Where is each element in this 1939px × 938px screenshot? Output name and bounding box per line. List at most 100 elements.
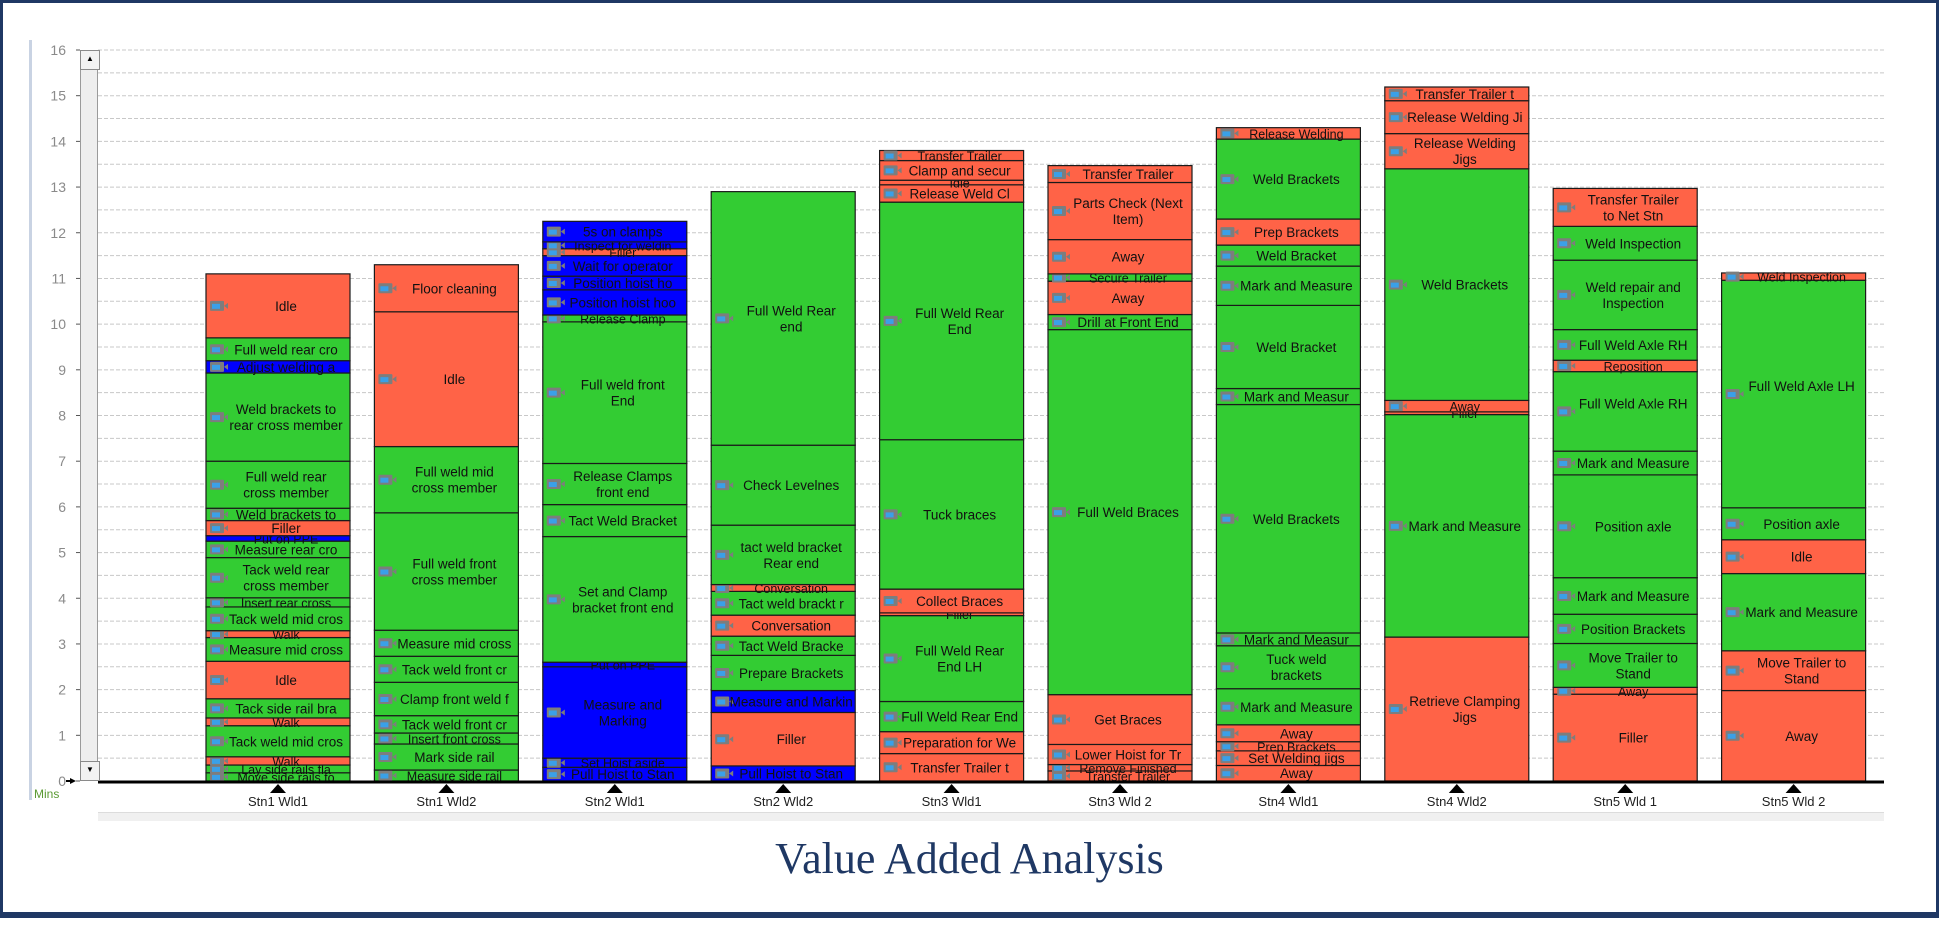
segment-label: Measure mid cross — [397, 636, 511, 651]
video-camera-icon-lens — [1727, 521, 1736, 527]
video-camera-icon-lens — [548, 263, 557, 269]
video-camera-icon-lens — [212, 347, 220, 353]
video-camera-icon-lens — [1559, 241, 1568, 247]
segment-label: Stand — [1616, 666, 1651, 681]
y-tick-label: 3 — [58, 636, 66, 652]
vertical-scrollbar[interactable]: ▲ ▼ — [80, 50, 100, 781]
video-camera-icon-lens — [212, 632, 220, 638]
y-tick-label: 1 — [58, 727, 66, 743]
segment-label: front end — [596, 485, 649, 500]
x-tick-label: Stn5 Wld 2 — [1762, 794, 1826, 809]
segment-label: Release Clamps — [573, 469, 672, 484]
segment-label: Measure mid cross — [229, 642, 343, 657]
arrow-up-icon: ▲ — [86, 54, 94, 63]
segment-label: Away — [1112, 291, 1145, 306]
segment-label: Clamp front weld f — [400, 692, 509, 707]
video-camera-icon-lens — [212, 616, 220, 622]
segment-label: Weld Bracket — [1256, 340, 1336, 355]
video-camera-icon-lens — [1222, 637, 1231, 643]
video-camera-icon-lens — [212, 575, 220, 581]
segment-label: Transfer Trailer t — [1416, 87, 1515, 102]
video-camera-icon-lens — [380, 722, 389, 728]
segment-label: 5s on clamps — [583, 225, 663, 240]
video-camera-icon-lens — [212, 547, 220, 553]
segment-label: Weld Brackets — [1253, 512, 1340, 527]
horizontal-scrollbar[interactable] — [98, 812, 1884, 821]
video-camera-icon-lens — [1727, 392, 1736, 398]
segment-label: Full Weld Axle RH — [1579, 396, 1688, 411]
segment-label: Mark side rail — [414, 750, 494, 765]
segment-label: Away — [1280, 726, 1313, 741]
segment-label: Position axle — [1763, 517, 1840, 532]
segment-label: Transfer Trailer — [917, 150, 1001, 164]
x-tick-marker — [1617, 784, 1634, 793]
video-camera-icon-lens — [717, 601, 726, 607]
segment-label: brackets — [1271, 668, 1322, 683]
segment-label: Floor cleaning — [412, 281, 497, 296]
scroll-up-button[interactable]: ▲ — [80, 50, 100, 70]
segment-label: Position Brackets — [1581, 622, 1686, 637]
segment-label: Move Trailer to — [1589, 650, 1678, 665]
video-camera-icon-lens — [1390, 707, 1399, 713]
segment-label: Mark and Measure — [1409, 519, 1522, 534]
segment-label: Idle — [275, 299, 297, 314]
segment-label: Prep Brackets — [1257, 740, 1336, 754]
segment-label: Idle — [444, 372, 466, 387]
segment-label: Collect Braces — [916, 594, 1003, 609]
segment-label: Tack side rail bra — [235, 701, 337, 716]
segment-label: Weld repair and — [1586, 280, 1681, 295]
video-camera-icon-lens — [1222, 731, 1231, 737]
video-camera-icon-lens — [548, 597, 557, 603]
video-camera-icon-lens — [885, 740, 894, 746]
y-tick-label: 4 — [58, 590, 66, 606]
video-camera-icon-lens — [548, 710, 557, 716]
segment-label: Release Welding — [1249, 127, 1343, 141]
video-camera-icon-lens — [548, 316, 557, 322]
video-camera-icon-lens — [548, 229, 557, 235]
video-camera-icon-lens — [1559, 593, 1568, 599]
video-camera-icon-lens — [380, 477, 389, 483]
x-tick-marker — [1112, 784, 1128, 793]
video-camera-icon-lens — [1390, 115, 1399, 121]
video-camera-icon-lens — [1559, 292, 1568, 298]
segment-label: Away — [1450, 400, 1481, 414]
video-camera-icon-lens — [717, 670, 726, 676]
x-tick-marker — [775, 784, 792, 793]
y-tick-label: 13 — [50, 179, 66, 195]
video-camera-icon-lens — [1559, 626, 1568, 632]
y-tick-label: 14 — [50, 133, 66, 149]
scroll-down-button[interactable]: ▼ — [80, 761, 100, 781]
segment-label: Preparation for We — [903, 736, 1016, 751]
segment-label: Tuck braces — [923, 507, 996, 522]
segment-label: Tack weld front cr — [402, 717, 508, 732]
y-tick-label: 9 — [58, 362, 66, 378]
video-camera-icon-lens — [380, 696, 389, 702]
segment-label: Set Hoist aside — [581, 757, 665, 771]
segment-label: Mark and Measure — [1240, 279, 1353, 294]
video-camera-icon-lens — [1390, 404, 1399, 410]
segment-label: Filler — [271, 521, 301, 536]
segment-label: Weld Brackets — [1421, 278, 1508, 293]
segment-label: Transfer Trailer t — [910, 760, 1009, 775]
segment-label: cross member — [243, 486, 329, 501]
x-tick-label: Stn2 Wld2 — [753, 794, 813, 809]
x-tick-marker — [1785, 784, 1802, 793]
video-camera-icon-lens — [1054, 209, 1062, 215]
video-camera-icon-lens — [1222, 704, 1231, 710]
video-camera-icon-lens — [548, 482, 557, 488]
video-camera-icon-lens — [1559, 663, 1568, 669]
x-tick-marker — [1280, 784, 1297, 793]
segment-label: Mark and Measure — [1745, 605, 1858, 620]
video-camera-icon-lens — [212, 364, 220, 370]
y-tick-label: 8 — [58, 408, 66, 424]
segment-label: Weld brackets to — [236, 507, 336, 522]
segment-label: Full weld front — [412, 557, 496, 572]
video-camera-icon-lens — [885, 168, 894, 174]
arrow-down-icon: ▼ — [86, 765, 94, 774]
video-camera-icon-lens — [212, 526, 220, 532]
segment-label: cross member — [243, 579, 329, 594]
segment-label: Parts Check (Next — [1073, 196, 1183, 211]
video-camera-icon-lens — [380, 736, 389, 742]
video-camera-icon-lens — [717, 771, 726, 777]
segment-label: Position axle — [1595, 519, 1672, 534]
